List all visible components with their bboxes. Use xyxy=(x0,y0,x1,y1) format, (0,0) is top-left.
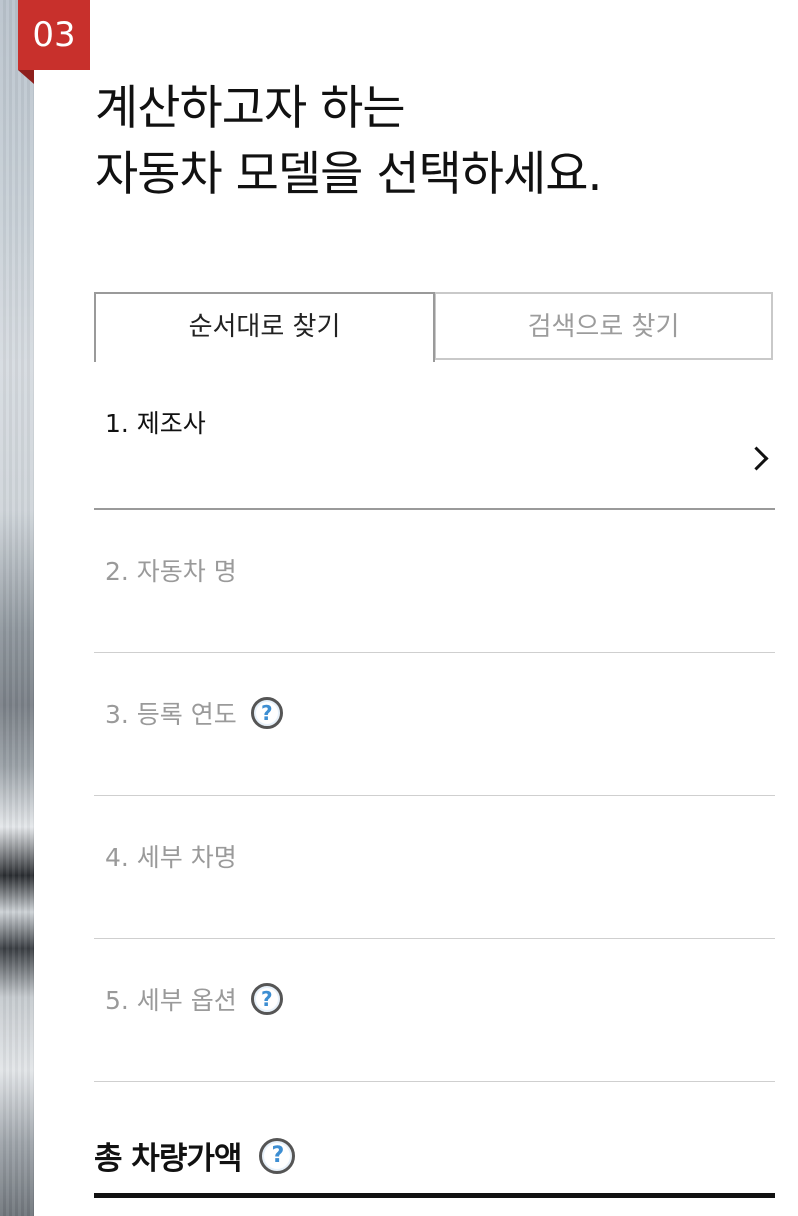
step-row-manufacturer[interactable]: 1. 제조사 xyxy=(94,362,775,510)
question-help-icon[interactable]: ? xyxy=(250,697,283,729)
tab-keyword-search[interactable]: 검색으로 찾기 xyxy=(434,292,773,360)
step-label-text: 2. 자동차 명 xyxy=(105,557,237,586)
page-title: 계산하고자 하는 자동차 모델을 선택하세요. xyxy=(95,76,602,208)
step-label-car-name: 2. 자동차 명 xyxy=(105,552,237,588)
step-label-text: 3. 등록 연도 xyxy=(105,700,237,729)
step-label-text: 1. 제조사 xyxy=(105,409,206,438)
step-label-text: 5. 세부 옵션 xyxy=(105,986,237,1015)
model-selection-steps: 1. 제조사 2. 자동차 명 3. 등록 연도 ? 4. 세부 차명 5. 세… xyxy=(94,362,775,1082)
chevron-right-icon[interactable] xyxy=(744,446,769,471)
step-label-text: 4. 세부 차명 xyxy=(105,843,237,872)
total-vehicle-value-label: 총 차량가액 ? xyxy=(94,1133,296,1178)
question-help-icon[interactable]: ? xyxy=(250,983,283,1015)
page-title-line-1: 계산하고자 하는 xyxy=(95,81,406,136)
step-row-registration-year[interactable]: 3. 등록 연도 ? xyxy=(94,653,775,796)
step-label-detail-option: 5. 세부 옵션 ? xyxy=(105,981,283,1017)
step-row-detail-model[interactable]: 4. 세부 차명 xyxy=(94,796,775,939)
background-car-photo xyxy=(0,0,34,1216)
total-label-text: 총 차량가액 xyxy=(94,1141,242,1177)
search-mode-tabs: 순서대로 찾기 검색으로 찾기 xyxy=(94,292,774,362)
step-label-manufacturer: 1. 제조사 xyxy=(105,404,206,440)
page-title-line-2: 자동차 모델을 선택하세요. xyxy=(95,147,602,202)
step-row-detail-option[interactable]: 5. 세부 옵션 ? xyxy=(94,939,775,1082)
step-label-detail-model: 4. 세부 차명 xyxy=(105,838,237,874)
total-vehicle-value-section: 총 차량가액 ? xyxy=(94,1086,775,1198)
step-row-car-name[interactable]: 2. 자동차 명 xyxy=(94,510,775,653)
question-help-icon[interactable]: ? xyxy=(259,1137,296,1174)
step-number-badge: 03 xyxy=(18,0,90,84)
tab-sequential-search[interactable]: 순서대로 찾기 xyxy=(94,292,435,362)
step-label-registration-year: 3. 등록 연도 ? xyxy=(105,695,283,731)
